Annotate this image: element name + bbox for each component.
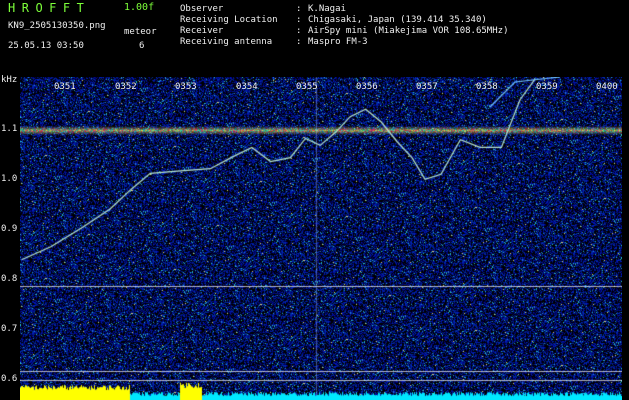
- y-tick-label: 0.7: [1, 324, 18, 334]
- x-tick-label: 0354: [236, 82, 258, 92]
- meteor-count: 6: [139, 41, 145, 51]
- y-axis-unit: kHz: [1, 75, 18, 85]
- info-separator: :: [296, 26, 302, 36]
- y-tick-label: 0.8: [1, 274, 18, 284]
- y-tick-label: 1.0: [1, 174, 18, 184]
- info-value: Maspro FM-3: [308, 37, 368, 47]
- info-key: Receiver: [180, 26, 224, 36]
- info-row-antenna: Receiving antenna: Maspro FM-3: [180, 37, 368, 47]
- x-tick-label: 0357: [416, 82, 438, 92]
- y-tick-label: 1.1: [1, 124, 18, 134]
- info-key: Receiving antenna: [180, 37, 273, 47]
- info-row-receiver: Receiver: AirSpy mini (Miakejima VOR 108.…: [180, 26, 508, 36]
- info-separator: :: [296, 37, 302, 47]
- x-tick-label: 0355: [296, 82, 318, 92]
- info-separator: :: [296, 15, 302, 25]
- x-tick-label: 0353: [175, 82, 197, 92]
- filename-label: KN9_2505130350.png: [8, 21, 106, 31]
- x-tick-label: 0352: [115, 82, 137, 92]
- info-value: AirSpy mini (Miakejima VOR 108.65MHz): [308, 26, 509, 36]
- info-value: Chigasaki, Japan (139.414 35.340): [308, 15, 487, 25]
- x-tick-label: 0351: [54, 82, 76, 92]
- version-label: 1.00f: [124, 2, 155, 13]
- info-value: K.Nagai: [308, 4, 346, 14]
- info-key: Receiving Location: [180, 15, 278, 25]
- y-tick-label: 0.9: [1, 224, 18, 234]
- info-separator: :: [296, 4, 302, 14]
- x-tick-label: 0358: [476, 82, 498, 92]
- info-key: Observer: [180, 4, 224, 14]
- app-title: HROFFT: [8, 1, 91, 15]
- meteor-label: meteor: [124, 27, 157, 37]
- header-panel: HROFFT 1.00f KN9_2505130350.png meteor 2…: [0, 0, 629, 75]
- info-row-observer: Observer: K.Nagai: [180, 4, 346, 14]
- info-row-location: Receiving Location: Chigasaki, Japan (139…: [180, 15, 487, 25]
- x-tick-label: 0400: [596, 82, 618, 92]
- y-tick-label: 0.6: [1, 374, 18, 384]
- datetime-label: 25.05.13 03:50: [8, 41, 84, 51]
- x-tick-label: 0359: [536, 82, 558, 92]
- x-tick-label: 0356: [356, 82, 378, 92]
- spectrogram-plot: [20, 77, 622, 400]
